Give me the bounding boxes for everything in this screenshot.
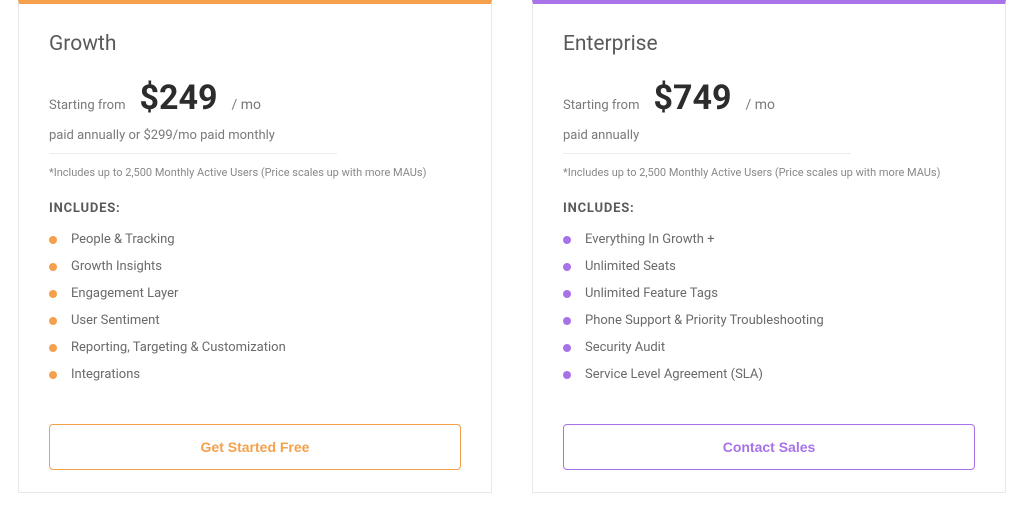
feature-text: Service Level Agreement (SLA) [585, 367, 763, 382]
price-period: / mo [746, 97, 776, 113]
mau-note: *Includes up to 2,500 Monthly Active Use… [563, 166, 975, 179]
features-list: People & Tracking Growth Insights Engage… [49, 232, 461, 394]
feature-text: User Sentiment [71, 313, 160, 328]
billing-note: paid annually or $299/mo paid monthly [49, 128, 337, 154]
bullet-icon [563, 236, 571, 244]
feature-text: Security Audit [585, 340, 665, 355]
feature-item: Unlimited Feature Tags [563, 286, 975, 301]
price-row: Starting from $249 / mo [49, 78, 461, 118]
bullet-icon [49, 371, 57, 379]
feature-text: Growth Insights [71, 259, 162, 274]
price-amount: $749 [654, 78, 732, 118]
feature-item: Unlimited Seats [563, 259, 975, 274]
plan-card-enterprise: Enterprise Starting from $749 / mo paid … [532, 0, 1006, 493]
bullet-icon [563, 344, 571, 352]
feature-item: Integrations [49, 367, 461, 382]
bullet-icon [49, 344, 57, 352]
bullet-icon [49, 290, 57, 298]
billing-note: paid annually [563, 128, 851, 154]
features-list: Everything In Growth + Unlimited Seats U… [563, 232, 975, 394]
pricing-container: Growth Starting from $249 / mo paid annu… [0, 0, 1024, 493]
price-row: Starting from $749 / mo [563, 78, 975, 118]
price-amount: $249 [140, 78, 218, 118]
contact-sales-button[interactable]: Contact Sales [563, 424, 975, 470]
get-started-button[interactable]: Get Started Free [49, 424, 461, 470]
feature-item: Engagement Layer [49, 286, 461, 301]
bullet-icon [49, 263, 57, 271]
feature-item: Security Audit [563, 340, 975, 355]
starting-from-label: Starting from [563, 98, 640, 113]
feature-item: Growth Insights [49, 259, 461, 274]
feature-item: Everything In Growth + [563, 232, 975, 247]
price-period: / mo [232, 97, 262, 113]
feature-text: Unlimited Seats [585, 259, 676, 274]
feature-text: Unlimited Feature Tags [585, 286, 718, 301]
includes-label: INCLUDES: [563, 201, 975, 216]
plan-card-growth: Growth Starting from $249 / mo paid annu… [18, 0, 492, 493]
bullet-icon [563, 263, 571, 271]
feature-text: Reporting, Targeting & Customization [71, 340, 286, 355]
plan-name: Growth [49, 32, 461, 56]
feature-item: User Sentiment [49, 313, 461, 328]
feature-text: Phone Support & Priority Troubleshooting [585, 313, 824, 328]
bullet-icon [49, 317, 57, 325]
bullet-icon [563, 317, 571, 325]
bullet-icon [563, 290, 571, 298]
feature-item: Phone Support & Priority Troubleshooting [563, 313, 975, 328]
feature-text: Everything In Growth + [585, 232, 715, 247]
feature-item: Service Level Agreement (SLA) [563, 367, 975, 382]
mau-note: *Includes up to 2,500 Monthly Active Use… [49, 166, 461, 179]
feature-item: Reporting, Targeting & Customization [49, 340, 461, 355]
includes-label: INCLUDES: [49, 201, 461, 216]
plan-name: Enterprise [563, 32, 975, 56]
feature-text: People & Tracking [71, 232, 175, 247]
bullet-icon [49, 236, 57, 244]
bullet-icon [563, 371, 571, 379]
feature-item: People & Tracking [49, 232, 461, 247]
feature-text: Engagement Layer [71, 286, 178, 301]
starting-from-label: Starting from [49, 98, 126, 113]
feature-text: Integrations [71, 367, 140, 382]
